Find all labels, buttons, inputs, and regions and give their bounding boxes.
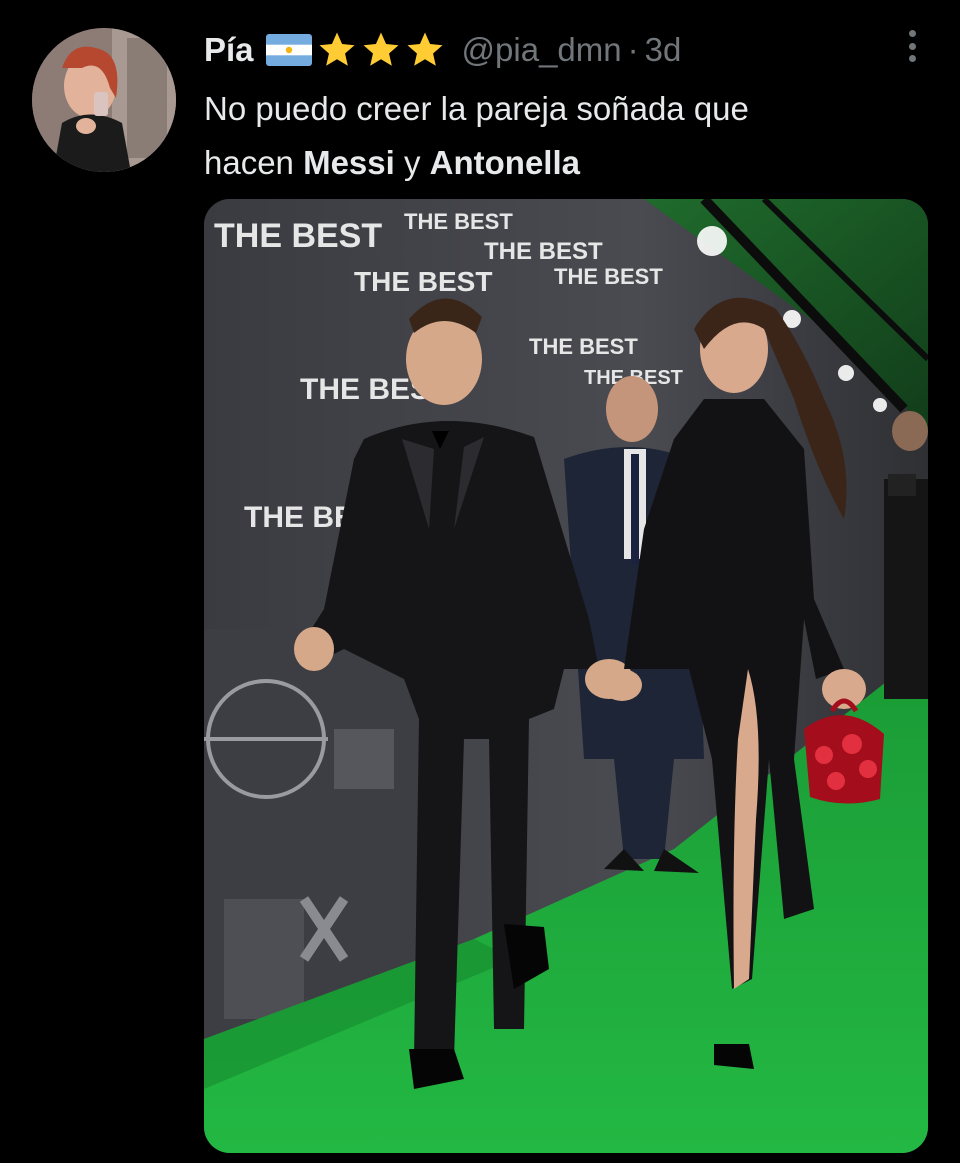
star-icon xyxy=(363,32,399,66)
tweet-media-photo[interactable]: THE BEST THE BEST THE BEST THE BEST THE … xyxy=(204,199,928,1153)
wall-logo-text: THE BEST xyxy=(404,209,513,234)
more-options-icon[interactable] xyxy=(902,26,922,66)
tweet-text: No puedo creer la pareja soñada que hace… xyxy=(204,82,904,190)
red-carpet-photo: THE BEST THE BEST THE BEST THE BEST THE … xyxy=(204,199,928,1153)
tweet-text-bold-antonella: Antonella xyxy=(429,144,580,181)
tweet-card[interactable]: Pía @pia_dmn · 3d No puedo creer la pare… xyxy=(0,0,960,1163)
star-icon xyxy=(407,32,443,66)
avatar[interactable] xyxy=(32,28,176,172)
tweet-text-bold-messi: Messi xyxy=(303,144,395,181)
star-icon xyxy=(319,32,355,66)
wall-logo-text: THE BEST xyxy=(529,334,638,359)
tweet-text-prefix: hacen xyxy=(204,144,304,181)
wall-logo-text: THE BEST xyxy=(554,264,663,289)
tweet-timestamp[interactable]: 3d xyxy=(645,31,682,69)
wall-logo-text: THE BEST xyxy=(354,266,492,297)
tweet-header: Pía @pia_dmn · 3d xyxy=(204,28,681,72)
tweet-text-connector: y xyxy=(394,144,430,181)
badge-stars xyxy=(316,29,446,71)
wall-logo-text: THE BEST xyxy=(214,217,382,255)
author-handle[interactable]: @pia_dmn xyxy=(462,31,622,69)
argentina-flag-icon xyxy=(265,34,312,66)
separator-dot: · xyxy=(627,31,639,68)
wall-logo-text: THE BEST xyxy=(484,238,603,265)
tweet-text-line1: No puedo creer la pareja soñada que xyxy=(204,90,749,127)
author-name[interactable]: Pía xyxy=(204,31,254,69)
avatar-photo xyxy=(32,28,176,172)
